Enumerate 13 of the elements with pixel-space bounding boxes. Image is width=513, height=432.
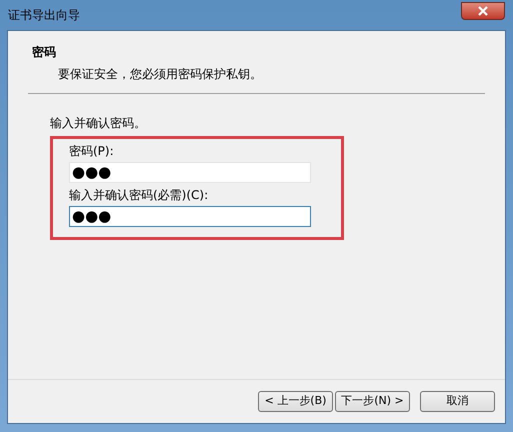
page-heading: 密码 bbox=[32, 44, 57, 61]
window-title: 证书导出向导 bbox=[8, 7, 80, 24]
close-button[interactable] bbox=[461, 2, 505, 20]
field-label: 密码(P): bbox=[69, 143, 115, 160]
wizard-button[interactable]: < 上一步(B) bbox=[258, 391, 333, 412]
wizard-button[interactable]: 取消 bbox=[420, 391, 495, 412]
wizard-button[interactable]: 下一步(N) > bbox=[335, 391, 410, 412]
password-field[interactable]: ●●● bbox=[69, 206, 311, 227]
field-label: 输入并确认密码(必需)(C): bbox=[69, 187, 210, 204]
instruction-text: 输入并确认密码。 bbox=[50, 115, 147, 132]
password-field[interactable]: ●●● bbox=[69, 162, 311, 183]
page-description: 要保证安全，您必须用密码保护私钥。 bbox=[57, 66, 263, 83]
close-icon bbox=[478, 6, 488, 16]
